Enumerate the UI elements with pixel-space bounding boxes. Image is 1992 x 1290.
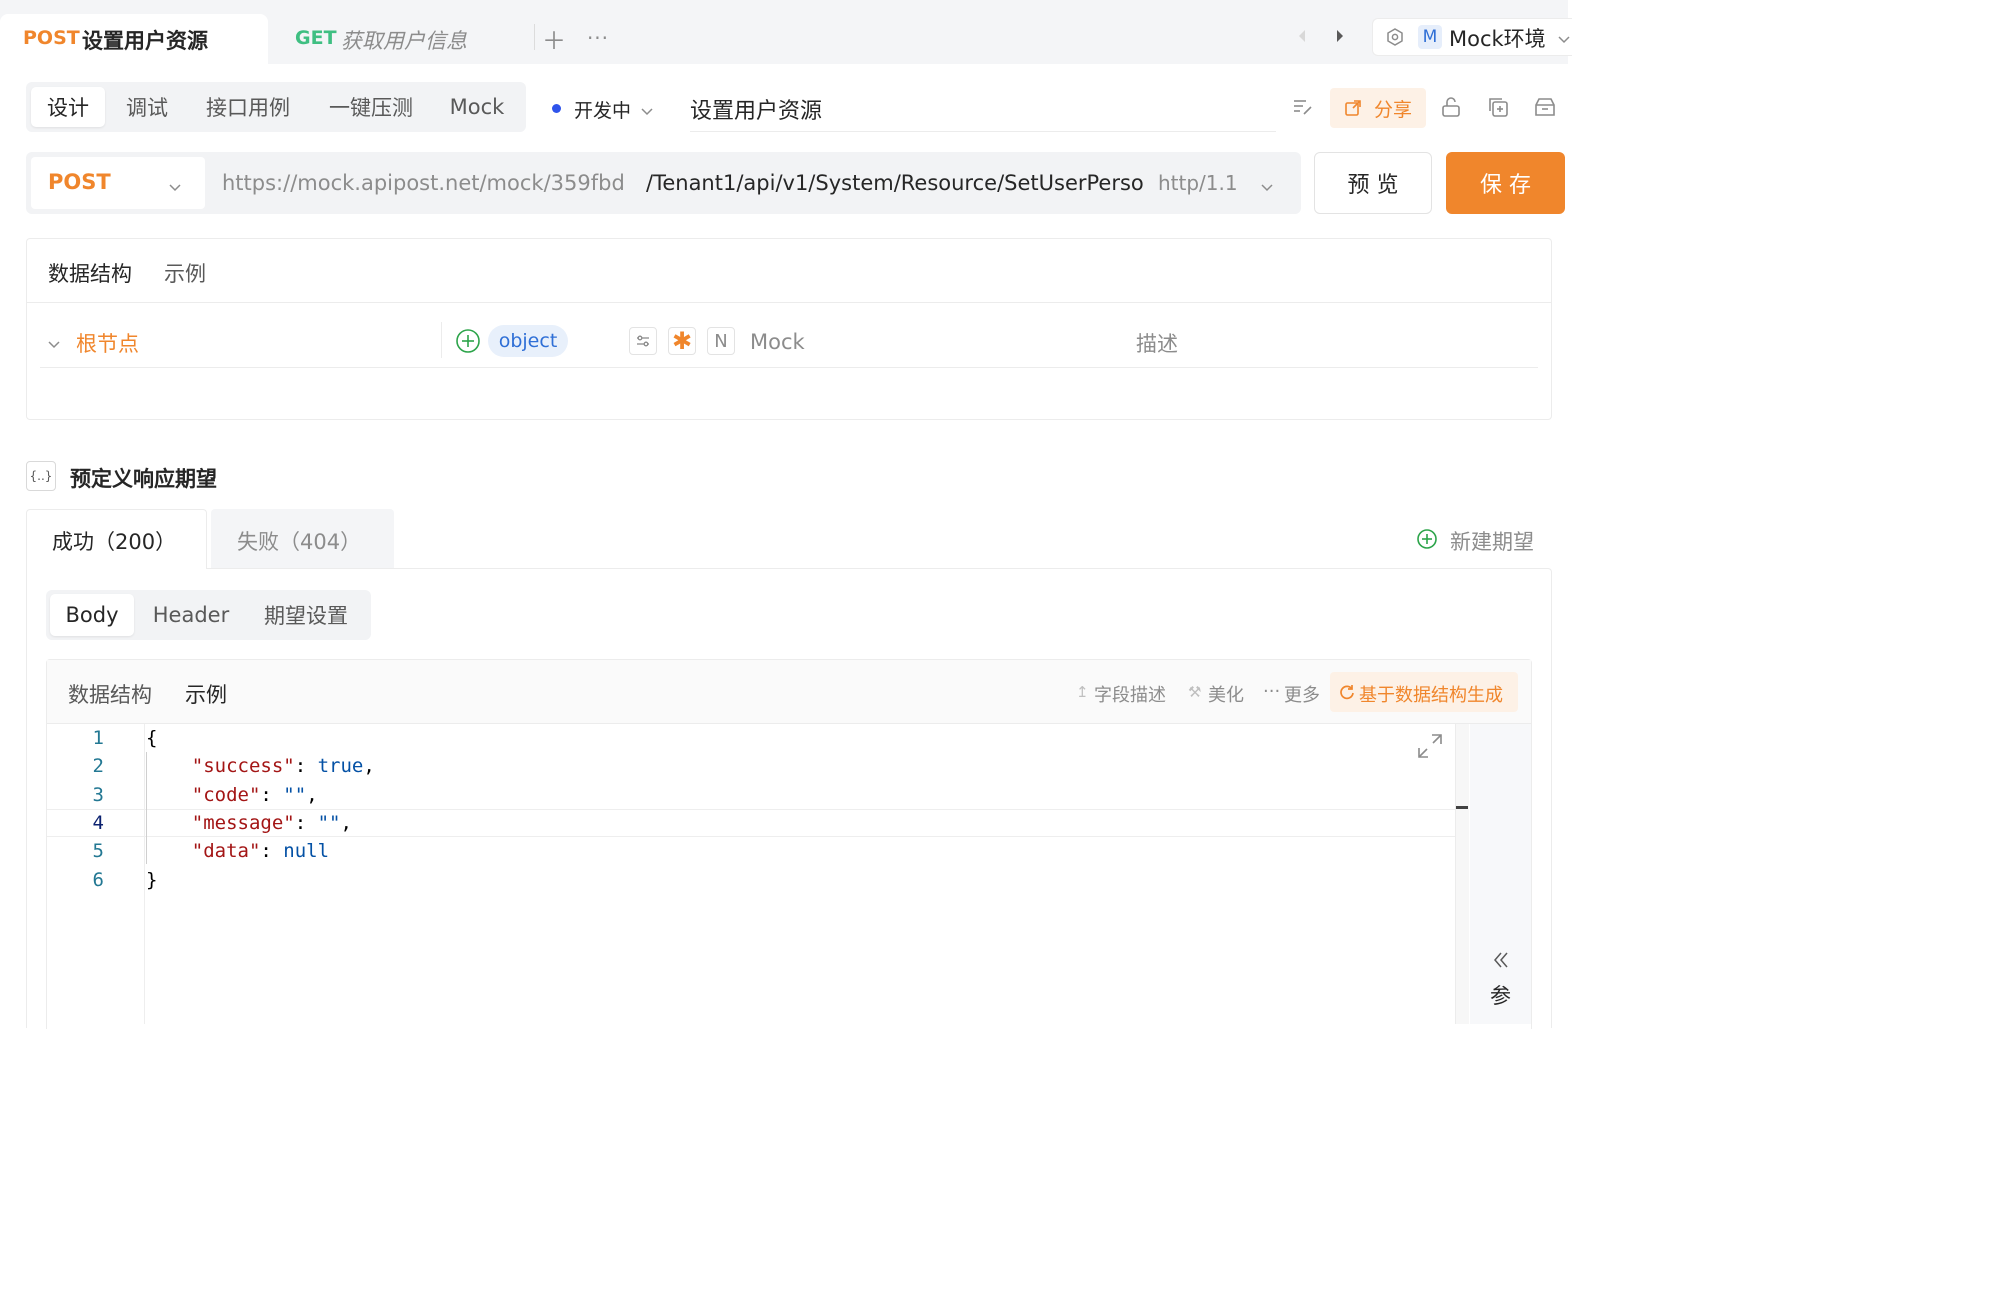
tab-body[interactable]: Body <box>50 594 134 636</box>
code-line[interactable]: } <box>146 869 157 891</box>
schema-panel <box>26 238 1552 420</box>
api-name-input[interactable]: 设置用户资源 <box>690 93 822 125</box>
gutter-border <box>144 724 145 1024</box>
editor-tab-example[interactable]: 示例 <box>185 679 227 709</box>
api-name-underline <box>690 131 1276 132</box>
section-title: 预定义响应期望 <box>70 467 217 491</box>
line-number: 3 <box>92 784 104 806</box>
generate-label: 基于数据结构生成 <box>1359 685 1503 706</box>
status-select[interactable]: 开发中 <box>574 96 631 123</box>
new-expectation-button[interactable]: 新建期望 <box>1450 526 1534 556</box>
editor-tab-data-structure[interactable]: 数据结构 <box>68 679 152 709</box>
mode-cases[interactable]: 接口用例 <box>195 87 301 127</box>
line-number: 6 <box>92 869 104 891</box>
editor-scrollbar[interactable] <box>1455 724 1469 1024</box>
tab-expectation-settings[interactable]: 期望设置 <box>252 594 360 636</box>
more-tabs-icon[interactable]: ··· <box>586 26 610 50</box>
scroll-left-icon[interactable] <box>1296 28 1308 44</box>
root-node-label: 根节点 <box>76 332 139 356</box>
tab-title: 获取用户信息 <box>341 29 467 53</box>
required-icon[interactable]: ✱ <box>668 327 696 355</box>
refresh-icon <box>1338 683 1356 701</box>
more-button[interactable]: 更多 <box>1284 681 1320 707</box>
braces-icon: {..} <box>26 461 56 491</box>
edit-doc-icon[interactable] <box>1292 97 1314 117</box>
chevron-down-icon[interactable] <box>1558 30 1570 44</box>
divider <box>441 322 442 358</box>
tab-method-get: GET <box>295 27 337 49</box>
magic-wand-icon: ⚒ <box>1188 683 1202 701</box>
mode-stress-test[interactable]: 一键压测 <box>318 87 424 127</box>
unlock-icon[interactable] <box>1440 96 1462 118</box>
line-number: 5 <box>92 840 104 862</box>
mode-debug[interactable]: 调试 <box>113 87 181 127</box>
save-button[interactable]: 保 存 <box>1446 152 1565 214</box>
code-line[interactable]: "code": "", <box>146 784 318 806</box>
divider <box>40 367 1538 368</box>
share-icon <box>1343 98 1363 118</box>
mode-mock[interactable]: Mock <box>440 87 514 127</box>
scrollbar-cursor-marker <box>1456 806 1468 809</box>
code-line[interactable]: "success": true, <box>146 755 375 777</box>
tab-title: 设置用户资源 <box>82 29 208 53</box>
add-circle-icon[interactable] <box>1416 528 1438 550</box>
upload-icon: ↥ <box>1076 683 1089 701</box>
collapse-icon[interactable] <box>46 336 62 349</box>
env-badge: M <box>1418 25 1442 49</box>
add-tab-icon[interactable]: ＋ <box>542 26 566 55</box>
side-panel <box>1470 724 1531 1024</box>
nullable-toggle[interactable]: N <box>707 327 735 355</box>
line-number: 2 <box>92 755 104 777</box>
status-dot-icon <box>552 104 561 113</box>
tab-divider <box>534 24 535 50</box>
code-line[interactable]: "message": "", <box>146 812 352 834</box>
field-desc-button[interactable]: 字段描述 <box>1094 681 1166 707</box>
tab-success-label: 成功（200） <box>52 530 177 554</box>
code-line[interactable]: "data": null <box>146 840 329 862</box>
env-name: Mock环境 <box>1449 27 1546 51</box>
share-label: 分享 <box>1374 99 1413 121</box>
protocol-select[interactable]: http/1.1 <box>1158 171 1238 195</box>
add-field-icon[interactable] <box>455 328 481 354</box>
chevron-down-icon <box>168 178 182 192</box>
expand-icon[interactable] <box>1416 732 1444 760</box>
copy-icon[interactable] <box>1487 96 1509 118</box>
line-number: 1 <box>92 727 104 749</box>
archive-icon[interactable] <box>1533 96 1557 118</box>
preview-button[interactable]: 预 览 <box>1314 152 1432 214</box>
tab-example[interactable]: 示例 <box>164 258 206 288</box>
path-input[interactable]: /Tenant1/api/v1/System/Resource/SetUserP… <box>646 171 1144 195</box>
settings-icon[interactable] <box>629 327 657 355</box>
tab-method-post: POST <box>23 27 80 49</box>
mode-design[interactable]: 设计 <box>31 87 105 127</box>
side-panel-label[interactable]: 参 <box>1490 980 1511 1010</box>
tab-data-structure[interactable]: 数据结构 <box>48 258 132 288</box>
divider <box>47 723 1531 724</box>
more-icon: ··· <box>1263 681 1281 702</box>
collapse-left-icon[interactable] <box>1491 950 1511 970</box>
divider <box>27 302 1551 303</box>
mock-input[interactable]: Mock <box>750 330 805 354</box>
env-settings-icon[interactable] <box>1385 27 1405 47</box>
chevron-down-icon[interactable] <box>1260 178 1274 192</box>
description-input[interactable]: 描述 <box>1136 328 1178 358</box>
line-number: 4 <box>92 812 104 834</box>
tab-header[interactable]: Header <box>146 594 236 636</box>
chevron-down-icon[interactable] <box>640 102 654 116</box>
scroll-right-icon[interactable] <box>1334 28 1346 44</box>
base-url: https://mock.apipost.net/mock/359fbd <box>222 171 625 195</box>
code-line[interactable]: { <box>146 727 157 749</box>
type-select[interactable]: object <box>488 325 568 357</box>
beautify-button[interactable]: 美化 <box>1208 681 1244 707</box>
tab-failure-label: 失败（404） <box>237 530 362 554</box>
method-value: POST <box>48 170 111 194</box>
